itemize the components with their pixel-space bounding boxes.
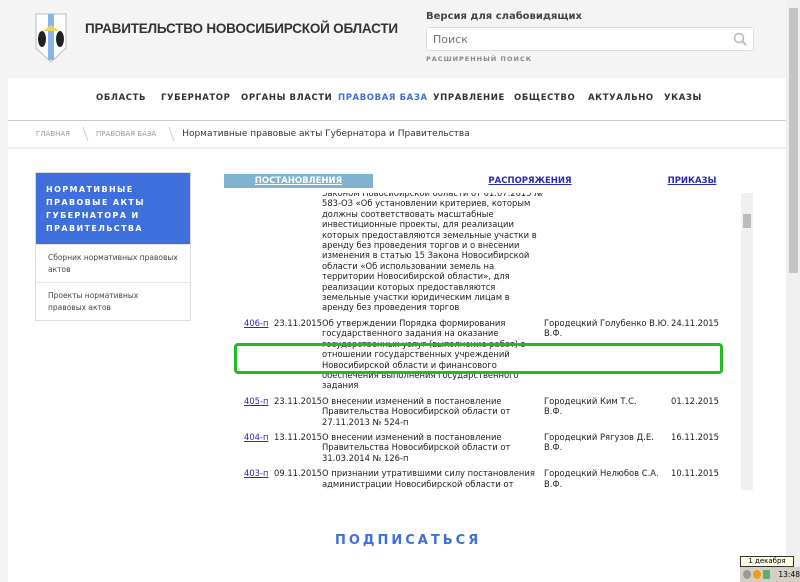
search-box	[426, 27, 754, 51]
act-executor: Нелюбов С.А.	[600, 468, 659, 479]
sidebar-title[interactable]: НОРМАТИВНЫЕ ПРАВОВЫЕ АКТЫ ГУБЕРНАТОРА И …	[36, 173, 190, 244]
system-tray: 13:48	[740, 567, 800, 582]
search-input[interactable]	[427, 28, 717, 51]
tab-prikazy[interactable]: ПРИКАЗЫ	[660, 174, 724, 188]
act-signer: Городецкий В.Ф.	[544, 431, 598, 453]
act-date: 13.11.2015	[274, 431, 322, 442]
tray-icon[interactable]	[743, 570, 751, 579]
divider	[8, 147, 786, 149]
act-date	[274, 193, 322, 313]
acts-table: Законом Новосибирской области от 01.07.2…	[240, 193, 740, 490]
breadcrumb-current: Нормативные правовые акты Губернатора и …	[182, 129, 470, 139]
tray-icon[interactable]	[762, 570, 771, 579]
act-due-date: 16.11.2015	[671, 431, 719, 442]
breadcrumb-section[interactable]: ПРАВОВАЯ БАЗА	[96, 130, 156, 138]
date-tooltip: 1 декабря 2015 г.	[740, 556, 794, 574]
act-executor: Ким Т.С.	[600, 395, 637, 406]
act-date: 23.11.2015	[274, 395, 322, 406]
act-title: Законом Новосибирской области от 01.07.2…	[322, 193, 543, 313]
act-signer: Городецкий В.Ф.	[544, 468, 598, 489]
act-signer	[544, 193, 600, 313]
breadcrumb-home[interactable]: ГЛАВНАЯ	[36, 130, 70, 138]
advanced-search-link[interactable]: РАСШИРЕННЫЙ ПОИСК	[426, 55, 532, 63]
act-number-link[interactable]: 403-п	[240, 468, 274, 490]
search-icon[interactable]	[733, 32, 747, 46]
clock[interactable]: 13:48	[778, 570, 800, 579]
nav-governor[interactable]: ГУБЕРНАТОР	[161, 93, 230, 103]
breadcrumb: ГЛАВНАЯ ПРАВОВАЯ БАЗА Нормативные правов…	[36, 127, 470, 141]
act-due-date: 10.11.2015	[671, 468, 719, 479]
act-due-date	[671, 193, 731, 313]
nav-authorities[interactable]: ОРГАНЫ ВЛАСТИ	[241, 93, 332, 103]
nav-oblast[interactable]: ОБЛАСТЬ	[96, 93, 146, 103]
nav-actual[interactable]: АКТУАЛЬНО	[588, 93, 654, 103]
highlight-box	[234, 343, 723, 374]
act-signer: Городецкий В.Ф.	[544, 395, 598, 417]
act-executor: Рягузов Д.Е.	[600, 431, 654, 442]
nav-society[interactable]: ОБЩЕСТВО	[514, 93, 575, 103]
table-row: 405-п 23.11.2015 О внесении изменений в по…	[240, 396, 740, 427]
nav-management[interactable]: УПРАВЛЕНИЕ	[433, 93, 505, 103]
table-scrollbar-thumb[interactable]	[743, 214, 751, 228]
act-title: О внесении изменений в постановление Пра…	[322, 431, 511, 463]
act-executor	[600, 193, 671, 313]
subscribe-button[interactable]: ПОДПИСАТЬСЯ	[335, 533, 481, 548]
sidebar-item-collection[interactable]: Сборник нормативных правовых актов	[36, 244, 190, 282]
sidebar-item-drafts[interactable]: Проекты нормативных правовых актов	[36, 282, 190, 320]
table-scrollbar[interactable]	[741, 193, 753, 490]
act-due-date: 01.12.2015	[671, 395, 719, 406]
act-date: 09.11.2015	[274, 468, 322, 479]
sidebar: НОРМАТИВНЫЕ ПРАВОВЫЕ АКТЫ ГУБЕРНАТОРА И …	[35, 172, 191, 321]
site-title[interactable]: ПРАВИТЕЛЬСТВО НОВОСИБИРСКОЙ ОБЛАСТИ	[85, 21, 398, 36]
tab-resolutions[interactable]: ПОСТАНОВЛЕНИЯ	[224, 174, 373, 188]
page-scrollbar-thumb[interactable]	[789, 8, 798, 273]
breadcrumb-separator	[75, 127, 89, 141]
nav-legal-base[interactable]: ПРАВОВАЯ БАЗА	[338, 93, 428, 103]
act-number-link[interactable]	[240, 193, 274, 313]
divider	[8, 120, 786, 121]
coat-of-arms-logo[interactable]	[35, 13, 67, 63]
table-row: 403-п 09.11.2015 О признании утратившими с…	[240, 468, 740, 490]
table-row: Законом Новосибирской области от 01.07.2…	[240, 193, 740, 313]
act-number-link[interactable]: 405-п	[240, 396, 274, 427]
table-row: 404-п 13.11.2015 О внесении изменений в по…	[240, 432, 740, 463]
act-title: О внесении изменений в постановление Пра…	[322, 395, 511, 427]
nav-decrees[interactable]: УКАЗЫ	[664, 93, 702, 103]
breadcrumb-separator	[161, 127, 175, 141]
act-title: О признании утратившими силу постановлен…	[322, 468, 535, 490]
tab-orders[interactable]: РАСПОРЯЖЕНИЯ	[480, 174, 580, 188]
low-vision-link[interactable]: Версия для слабовидящих	[426, 11, 582, 22]
tray-icon[interactable]	[752, 570, 761, 579]
act-number-link[interactable]: 404-п	[240, 432, 274, 463]
